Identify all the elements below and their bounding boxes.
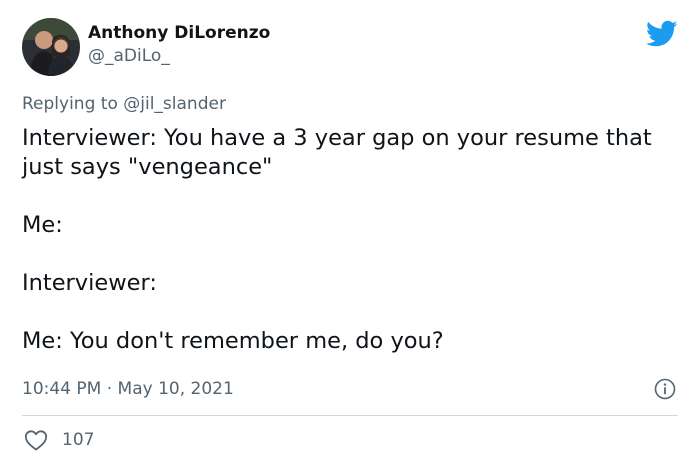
info-icon[interactable]: [654, 378, 676, 400]
tweet-line: Interviewer:: [22, 270, 157, 296]
tweet-text: Interviewer: You have a 3 year gap on yo…: [22, 124, 682, 356]
tweet-header: Anthony DiLorenzo @_aDiLo_: [22, 18, 678, 78]
avatar[interactable]: [22, 18, 80, 76]
divider: [22, 415, 678, 416]
tweet-card: Anthony DiLorenzo @_aDiLo_ Replying to @…: [0, 0, 700, 470]
author-display-name[interactable]: Anthony DiLorenzo: [88, 22, 270, 44]
author-block: Anthony DiLorenzo @_aDiLo_: [88, 22, 270, 68]
reply-target-handle[interactable]: @jil_slander: [123, 94, 226, 114]
like-count: 107: [62, 430, 95, 450]
heart-icon[interactable]: [24, 429, 48, 451]
replying-to-label: Replying to: [22, 94, 118, 114]
author-handle[interactable]: @_aDiLo_: [88, 44, 270, 68]
tweet-line: Interviewer: You have a 3 year gap on yo…: [22, 125, 652, 180]
replying-to: Replying to @jil_slander: [22, 92, 226, 116]
like-action[interactable]: 107: [24, 428, 94, 452]
tweet-line: Me: You don't remember me, do you?: [22, 328, 444, 354]
twitter-bird-icon[interactable]: [646, 20, 678, 48]
tweet-timestamp[interactable]: 10:44 PM · May 10, 2021: [22, 377, 234, 401]
tweet-line: Me:: [22, 212, 63, 238]
